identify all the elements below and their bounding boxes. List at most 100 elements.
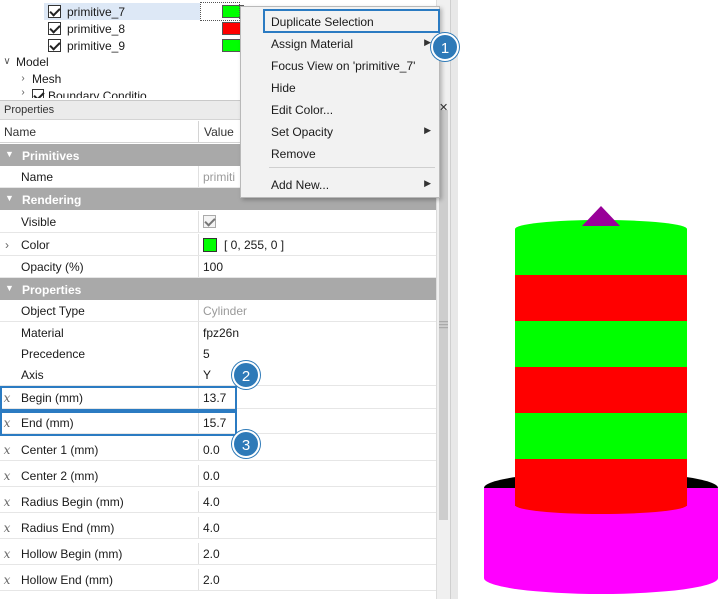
menu-item-add-new[interactable]: Add New... ▶ xyxy=(241,174,439,196)
chevron-right-icon[interactable]: › xyxy=(0,234,14,255)
parameter-icon: x xyxy=(3,547,11,561)
property-row-radius-begin[interactable]: x Radius Begin (mm) 4.0 xyxy=(0,491,436,513)
property-value[interactable]: 5 xyxy=(203,347,210,361)
visibility-checkbox[interactable] xyxy=(48,39,61,52)
submenu-arrow-icon: ▶ xyxy=(424,125,431,135)
property-row-end[interactable]: x End (mm) 15.7 xyxy=(0,412,436,434)
scrollbar-thumb[interactable] xyxy=(439,110,448,520)
tree-item-primitive-8[interactable]: primitive_8 xyxy=(44,20,200,37)
property-row-axis[interactable]: Axis Y xyxy=(0,364,436,386)
property-value[interactable]: 13.7 xyxy=(203,391,226,405)
parameter-icon: x xyxy=(3,469,11,483)
property-row-visible[interactable]: Visible xyxy=(0,211,436,233)
property-row-precedence[interactable]: Precedence 5 xyxy=(0,343,436,365)
category-properties[interactable]: ▼ Properties xyxy=(0,278,436,300)
property-label: Center 1 (mm) xyxy=(21,443,99,457)
chevron-down-icon[interactable]: ▼ xyxy=(5,283,14,293)
column-divider xyxy=(198,256,199,277)
property-value[interactable]: 0.0 xyxy=(203,443,220,457)
property-row-color[interactable]: › Color [ 0, 255, 0 ] xyxy=(0,234,436,256)
property-value[interactable]: Y xyxy=(203,368,211,382)
property-value[interactable]: fpz26n xyxy=(203,326,239,340)
column-divider xyxy=(198,491,199,512)
property-value: Cylinder xyxy=(203,304,248,318)
property-row-object-type[interactable]: Object Type Cylinder xyxy=(0,300,436,322)
close-icon[interactable]: ✕ xyxy=(439,101,448,114)
menu-item-hide[interactable]: Hide xyxy=(241,77,439,99)
menu-separator xyxy=(269,167,435,168)
callout-badge-3: 3 xyxy=(232,430,260,458)
visibility-checkbox[interactable] xyxy=(32,89,44,98)
category-label: Primitives xyxy=(22,149,80,163)
property-row-material[interactable]: Material fpz26n xyxy=(0,322,436,344)
property-value[interactable]: 0.0 xyxy=(203,469,220,483)
visible-checkbox[interactable] xyxy=(203,215,216,228)
color-swatch[interactable] xyxy=(203,238,217,252)
property-row-opacity[interactable]: Opacity (%) 100 xyxy=(0,256,436,278)
tree-item-primitive-7[interactable]: primitive_7 xyxy=(44,3,200,20)
property-value[interactable]: 4.0 xyxy=(203,495,220,509)
property-value[interactable]: 2.0 xyxy=(203,573,220,587)
cylinder-band xyxy=(515,275,687,322)
column-divider xyxy=(198,322,199,343)
column-divider xyxy=(198,234,199,255)
property-row-center-1[interactable]: x Center 1 (mm) 0.0 xyxy=(0,439,436,461)
property-row-begin[interactable]: x Begin (mm) 13.7 xyxy=(0,387,436,409)
chevron-down-icon[interactable]: ▼ xyxy=(5,149,14,159)
tree-item-model[interactable]: ∨ Model xyxy=(2,53,48,70)
column-divider xyxy=(198,300,199,321)
menu-item-set-opacity[interactable]: Set Opacity ▶ xyxy=(241,121,439,143)
property-value[interactable]: 4.0 xyxy=(203,521,220,535)
property-label: Object Type xyxy=(21,304,85,318)
column-divider[interactable] xyxy=(198,121,199,143)
property-label: Precedence xyxy=(21,347,86,361)
column-divider xyxy=(198,569,199,590)
chevron-right-icon[interactable]: › xyxy=(18,73,28,84)
visibility-checkbox[interactable] xyxy=(48,22,61,35)
property-label: End (mm) xyxy=(21,416,74,430)
parameter-icon: x xyxy=(3,443,11,457)
tree-item-primitive-9[interactable]: primitive_9 xyxy=(44,37,200,54)
callout-badge-1: 1 xyxy=(431,33,459,61)
tree-item-boundary[interactable]: › Boundary Conditio... xyxy=(18,86,157,98)
column-header-name[interactable]: Name xyxy=(4,125,36,139)
grip-icon: — — — xyxy=(439,316,448,332)
tree-item-label: Mesh xyxy=(32,71,62,86)
menu-item-focus-view[interactable]: Focus View on 'primitive_7' xyxy=(241,55,439,77)
base-bottom xyxy=(484,562,718,594)
property-label: Visible xyxy=(21,215,57,229)
menu-item-assign-material[interactable]: Assign Material ▶ xyxy=(241,33,439,55)
category-label: Properties xyxy=(22,283,82,297)
chevron-down-icon[interactable]: ∨ xyxy=(2,56,12,67)
visibility-checkbox[interactable] xyxy=(48,5,61,18)
property-label: Color xyxy=(21,238,50,252)
property-row-hollow-end[interactable]: x Hollow End (mm) 2.0 xyxy=(0,569,436,591)
panel-splitter[interactable] xyxy=(450,0,458,599)
property-label: Radius Begin (mm) xyxy=(21,495,124,509)
property-row-radius-end[interactable]: x Radius End (mm) 4.0 xyxy=(0,517,436,539)
tree-item-mesh[interactable]: › Mesh xyxy=(18,70,61,87)
menu-item-edit-color[interactable]: Edit Color... xyxy=(241,99,439,121)
property-value[interactable]: [ 0, 255, 0 ] xyxy=(224,238,284,252)
property-row-center-2[interactable]: x Center 2 (mm) 0.0 xyxy=(0,465,436,487)
property-value[interactable]: primiti xyxy=(203,170,235,184)
stacked-cylinder xyxy=(515,229,687,514)
chevron-down-icon[interactable]: ▼ xyxy=(5,193,14,203)
category-label: Rendering xyxy=(22,193,82,207)
context-menu: Duplicate Selection Assign Material ▶ Foc… xyxy=(240,6,440,198)
property-value[interactable]: 2.0 xyxy=(203,547,220,561)
tree-item-label: primitive_8 xyxy=(67,21,126,36)
property-label: Radius End (mm) xyxy=(21,521,115,535)
cylinder-band xyxy=(515,321,687,368)
chevron-right-icon[interactable]: › xyxy=(18,87,28,98)
menu-item-duplicate-selection[interactable]: Duplicate Selection xyxy=(241,11,439,33)
property-row-hollow-begin[interactable]: x Hollow Begin (mm) 2.0 xyxy=(0,543,436,565)
property-value[interactable]: 15.7 xyxy=(203,416,226,430)
menu-item-remove[interactable]: Remove xyxy=(241,143,439,165)
property-label: Hollow Begin (mm) xyxy=(21,547,123,561)
model-render xyxy=(484,206,718,594)
property-value[interactable]: 100 xyxy=(203,260,223,274)
tree-item-label: Boundary Conditio... xyxy=(48,89,157,98)
column-header-value[interactable]: Value xyxy=(204,125,234,139)
3d-viewport[interactable] xyxy=(458,0,726,599)
